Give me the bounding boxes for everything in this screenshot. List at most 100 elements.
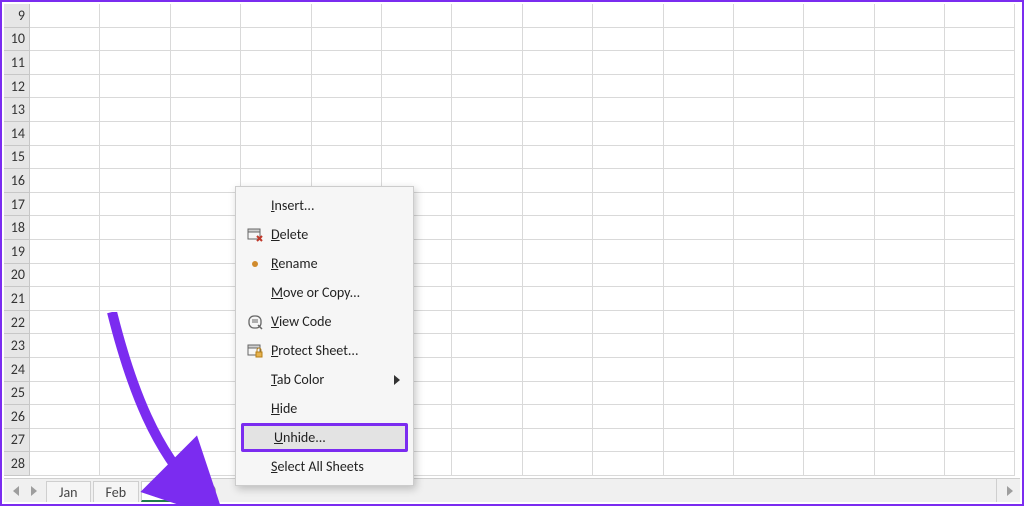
cell[interactable] [593, 240, 663, 264]
cell[interactable] [523, 334, 593, 358]
cell[interactable] [945, 240, 1015, 264]
sheet-tab-may[interactable]: May [141, 481, 193, 502]
cell[interactable] [734, 264, 804, 288]
cell[interactable] [593, 216, 663, 240]
cell[interactable] [30, 405, 100, 429]
cell[interactable] [593, 334, 663, 358]
cell[interactable] [593, 382, 663, 406]
cell[interactable] [100, 429, 170, 453]
cell[interactable] [804, 405, 874, 429]
cell[interactable] [171, 452, 241, 476]
cell[interactable] [593, 405, 663, 429]
cell[interactable] [452, 75, 522, 99]
spreadsheet-grid[interactable]: 910111213141516171819202122232425262728 [4, 4, 1020, 476]
menu-item-rename[interactable]: Rename [241, 249, 408, 278]
cell[interactable] [664, 311, 734, 335]
cell[interactable] [452, 193, 522, 217]
cell[interactable] [452, 358, 522, 382]
cell[interactable] [593, 358, 663, 382]
cell[interactable] [734, 122, 804, 146]
menu-item-viewcode[interactable]: View Code [241, 307, 408, 336]
row-header[interactable]: 17 [4, 193, 30, 217]
cell[interactable] [523, 4, 593, 28]
cell[interactable] [100, 358, 170, 382]
cell[interactable] [382, 51, 452, 75]
cell[interactable] [664, 75, 734, 99]
cell[interactable] [452, 311, 522, 335]
cell[interactable] [171, 216, 241, 240]
cell[interactable] [734, 358, 804, 382]
cell[interactable] [804, 311, 874, 335]
cell[interactable] [664, 169, 734, 193]
cell[interactable] [804, 28, 874, 52]
cell[interactable] [875, 169, 945, 193]
cell[interactable] [452, 51, 522, 75]
cell[interactable] [664, 193, 734, 217]
row-header[interactable]: 15 [4, 146, 30, 170]
cell[interactable] [30, 358, 100, 382]
cell[interactable] [30, 287, 100, 311]
menu-item-movecopy[interactable]: Move or Copy... [241, 278, 408, 307]
cell[interactable] [875, 193, 945, 217]
menu-item-hide[interactable]: Hide [241, 394, 408, 423]
cell[interactable] [30, 75, 100, 99]
cell[interactable] [100, 146, 170, 170]
cell[interactable] [945, 216, 1015, 240]
cell[interactable] [100, 287, 170, 311]
cell[interactable] [30, 28, 100, 52]
tab-nav-arrows[interactable] [4, 479, 46, 502]
cell[interactable] [523, 75, 593, 99]
cell[interactable] [664, 122, 734, 146]
menu-item-protect[interactable]: Protect Sheet... [241, 336, 408, 365]
cell[interactable] [593, 193, 663, 217]
cell[interactable] [945, 452, 1015, 476]
cell[interactable] [171, 429, 241, 453]
row-header[interactable]: 19 [4, 240, 30, 264]
cell[interactable] [804, 216, 874, 240]
row-header[interactable]: 25 [4, 382, 30, 406]
cell[interactable] [171, 51, 241, 75]
cell[interactable] [945, 287, 1015, 311]
cell[interactable] [171, 240, 241, 264]
cell[interactable] [804, 382, 874, 406]
cell[interactable] [875, 51, 945, 75]
cell[interactable] [100, 311, 170, 335]
cell[interactable] [945, 334, 1015, 358]
cell[interactable] [945, 264, 1015, 288]
cell[interactable] [664, 98, 734, 122]
row-header[interactable]: 13 [4, 98, 30, 122]
cell[interactable] [171, 98, 241, 122]
row-header[interactable]: 20 [4, 264, 30, 288]
cell[interactable] [593, 28, 663, 52]
cell[interactable] [593, 4, 663, 28]
cell[interactable] [875, 358, 945, 382]
cell[interactable] [30, 98, 100, 122]
cell[interactable] [875, 287, 945, 311]
cell[interactable] [452, 429, 522, 453]
cell[interactable] [734, 287, 804, 311]
cell[interactable] [804, 146, 874, 170]
cell[interactable] [100, 193, 170, 217]
cell[interactable] [945, 51, 1015, 75]
row-header[interactable]: 12 [4, 75, 30, 99]
cell[interactable] [523, 98, 593, 122]
cell[interactable] [804, 429, 874, 453]
cell[interactable] [523, 216, 593, 240]
cell[interactable] [734, 28, 804, 52]
cell[interactable] [30, 193, 100, 217]
cell[interactable] [593, 51, 663, 75]
cell[interactable] [945, 169, 1015, 193]
cell[interactable] [171, 334, 241, 358]
cell[interactable] [875, 122, 945, 146]
cell[interactable] [593, 429, 663, 453]
cell[interactable] [593, 311, 663, 335]
cell[interactable] [945, 146, 1015, 170]
cell[interactable] [312, 75, 382, 99]
cell[interactable] [875, 75, 945, 99]
cell[interactable] [734, 405, 804, 429]
cell[interactable] [875, 264, 945, 288]
row-header[interactable]: 22 [4, 311, 30, 335]
menu-item-tabcolor[interactable]: Tab Color [241, 365, 408, 394]
cell[interactable] [171, 193, 241, 217]
cell[interactable] [593, 287, 663, 311]
